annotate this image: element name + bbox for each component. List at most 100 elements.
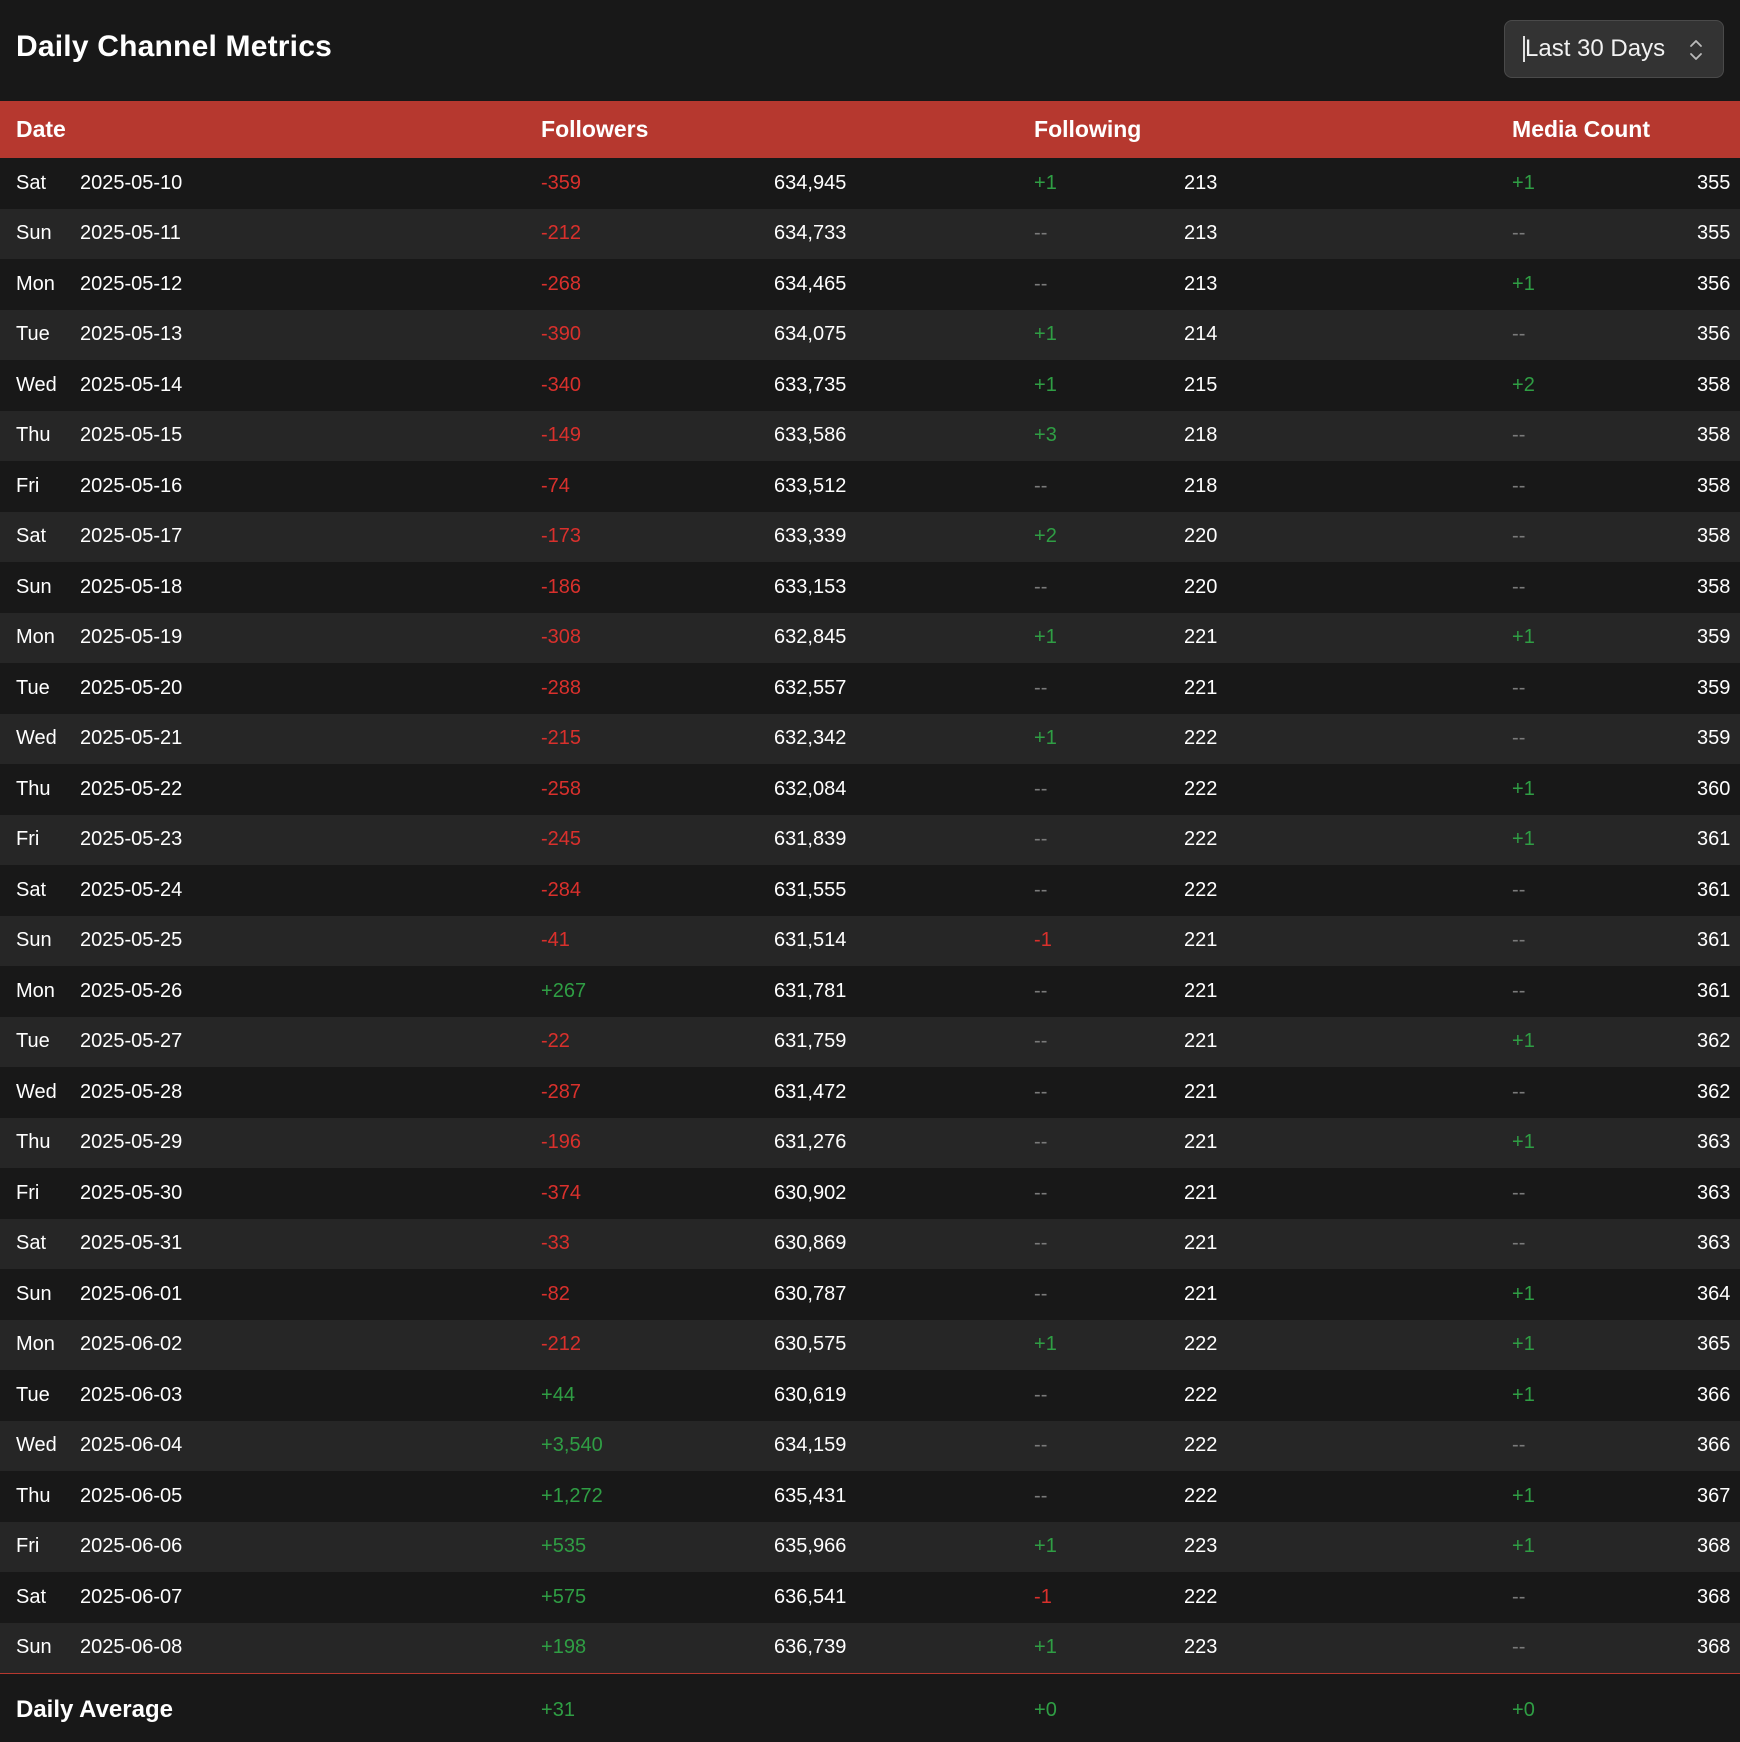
media-count-cell: 362 bbox=[1697, 1030, 1731, 1053]
following-average: +0 bbox=[1034, 1698, 1057, 1721]
media-change-cell: +1 bbox=[1512, 828, 1535, 851]
date-cell: 2025-05-31 bbox=[80, 1232, 183, 1255]
date-cell: 2025-05-18 bbox=[80, 575, 183, 598]
followers-count-cell: 633,512 bbox=[774, 474, 847, 497]
followers-change-cell: -41 bbox=[541, 929, 570, 952]
day-cell: Sat bbox=[16, 1232, 47, 1255]
media-count-cell: 363 bbox=[1697, 1131, 1731, 1154]
media-count-cell: 356 bbox=[1697, 272, 1731, 295]
following-count-cell: 221 bbox=[1184, 1181, 1218, 1204]
date-cell: 2025-06-03 bbox=[80, 1383, 183, 1406]
table-row: Wed 2025-05-14 -340 633,735 +1 215 +2 358 bbox=[0, 360, 1740, 411]
followers-count-cell: 632,845 bbox=[774, 626, 847, 649]
followers-count-cell: 634,075 bbox=[774, 323, 847, 346]
day-cell: Sat bbox=[16, 1585, 47, 1608]
followers-count-cell: 631,514 bbox=[774, 929, 847, 952]
day-cell: Sun bbox=[16, 222, 52, 245]
media-count-cell: 368 bbox=[1697, 1535, 1731, 1558]
followers-count-cell: 630,902 bbox=[774, 1181, 847, 1204]
following-count-cell: 221 bbox=[1184, 626, 1218, 649]
media-change-cell: +1 bbox=[1512, 626, 1535, 649]
table-row: Mon 2025-05-19 -308 632,845 +1 221 +1 359 bbox=[0, 612, 1740, 663]
table-row: Sun 2025-06-01 -82 630,787 -- 221 +1 364 bbox=[0, 1269, 1740, 1320]
date-cell: 2025-06-07 bbox=[80, 1585, 183, 1608]
table-row: Sat 2025-05-31 -33 630,869 -- 221 -- 363 bbox=[0, 1218, 1740, 1269]
day-cell: Tue bbox=[16, 323, 50, 346]
date-cell: 2025-05-19 bbox=[80, 626, 183, 649]
media-change-cell: +1 bbox=[1512, 171, 1535, 194]
table-row: Sat 2025-05-17 -173 633,339 +2 220 -- 358 bbox=[0, 511, 1740, 562]
following-count-cell: 221 bbox=[1184, 1131, 1218, 1154]
date-cell: 2025-05-29 bbox=[80, 1131, 183, 1154]
date-cell: 2025-06-06 bbox=[80, 1535, 183, 1558]
table-row: Sun 2025-05-11 -212 634,733 -- 213 -- 355 bbox=[0, 208, 1740, 259]
column-header-following[interactable]: Following bbox=[1034, 101, 1512, 158]
following-count-cell: 222 bbox=[1184, 1333, 1218, 1356]
followers-change-cell: -390 bbox=[541, 323, 582, 346]
media-count-cell: 368 bbox=[1697, 1585, 1731, 1608]
following-change-cell: -- bbox=[1034, 828, 1048, 851]
following-change-cell: +3 bbox=[1034, 424, 1057, 447]
column-header-media-count[interactable]: Media Count bbox=[1512, 101, 1740, 158]
table-row: Mon 2025-06-02 -212 630,575 +1 222 +1 365 bbox=[0, 1319, 1740, 1370]
date-cell: 2025-05-23 bbox=[80, 828, 183, 851]
following-change-cell: -- bbox=[1034, 979, 1048, 1002]
table-row: Sun 2025-05-18 -186 633,153 -- 220 -- 358 bbox=[0, 562, 1740, 613]
table-row: Thu 2025-06-05 +1,272 635,431 -- 222 +1 367 bbox=[0, 1471, 1740, 1522]
media-change-cell: -- bbox=[1512, 525, 1526, 548]
table-row: Sat 2025-05-24 -284 631,555 -- 222 -- 361 bbox=[0, 865, 1740, 916]
following-change-cell: -- bbox=[1034, 676, 1048, 699]
following-count-cell: 218 bbox=[1184, 474, 1218, 497]
media-change-cell: -- bbox=[1512, 1181, 1526, 1204]
media-change-cell: -- bbox=[1512, 1636, 1526, 1658]
followers-count-cell: 634,733 bbox=[774, 222, 847, 245]
media-count-cell: 360 bbox=[1697, 777, 1731, 800]
media-change-cell: -- bbox=[1512, 323, 1526, 346]
column-header-followers[interactable]: Followers bbox=[541, 101, 1034, 158]
column-header-date[interactable]: Date bbox=[0, 101, 541, 158]
media-change-cell: +1 bbox=[1512, 1484, 1535, 1507]
following-change-cell: +1 bbox=[1034, 1636, 1057, 1658]
following-count-cell: 213 bbox=[1184, 222, 1218, 245]
following-count-cell: 221 bbox=[1184, 676, 1218, 699]
followers-change-cell: +3,540 bbox=[541, 1434, 603, 1457]
date-cell: 2025-05-20 bbox=[80, 676, 183, 699]
following-change-cell: +1 bbox=[1034, 1333, 1057, 1356]
day-cell: Thu bbox=[16, 1131, 51, 1154]
date-cell: 2025-05-10 bbox=[80, 171, 183, 194]
followers-count-cell: 635,431 bbox=[774, 1484, 847, 1507]
media-change-cell: -- bbox=[1512, 1434, 1526, 1457]
following-count-cell: 220 bbox=[1184, 575, 1218, 598]
followers-count-cell: 633,339 bbox=[774, 525, 847, 548]
media-change-cell: -- bbox=[1512, 1585, 1526, 1608]
table-row: Sun 2025-05-25 -41 631,514 -1 221 -- 361 bbox=[0, 915, 1740, 966]
table-row: Wed 2025-05-28 -287 631,472 -- 221 -- 362 bbox=[0, 1067, 1740, 1118]
following-count-cell: 222 bbox=[1184, 1484, 1218, 1507]
following-count-cell: 220 bbox=[1184, 525, 1218, 548]
followers-change-cell: -215 bbox=[541, 727, 582, 750]
date-range-select[interactable]: Last 30 Days bbox=[1504, 20, 1724, 78]
media-count-cell: 363 bbox=[1697, 1232, 1731, 1255]
media-count-cell: 365 bbox=[1697, 1333, 1731, 1356]
table-row: Sun 2025-06-08 +198 636,739 +1 223 -- 368 bbox=[0, 1622, 1740, 1673]
following-change-cell: +1 bbox=[1034, 373, 1057, 396]
media-change-cell: -- bbox=[1512, 878, 1526, 901]
followers-average: +31 bbox=[541, 1698, 575, 1721]
following-change-cell: -- bbox=[1034, 1282, 1048, 1305]
date-cell: 2025-05-28 bbox=[80, 1080, 183, 1103]
media-change-cell: +1 bbox=[1512, 777, 1535, 800]
media-count-cell: 361 bbox=[1697, 878, 1731, 901]
following-count-cell: 221 bbox=[1184, 979, 1218, 1002]
media-count-cell: 364 bbox=[1697, 1282, 1731, 1305]
table-row: Mon 2025-05-12 -268 634,465 -- 213 +1 356 bbox=[0, 259, 1740, 310]
following-change-cell: -- bbox=[1034, 575, 1048, 598]
followers-change-cell: -22 bbox=[541, 1030, 570, 1053]
followers-count-cell: 631,555 bbox=[774, 878, 847, 901]
chevron-up-down-icon bbox=[1690, 40, 1702, 60]
following-count-cell: 221 bbox=[1184, 929, 1218, 952]
followers-change-cell: -287 bbox=[541, 1080, 582, 1103]
date-cell: 2025-06-05 bbox=[80, 1484, 183, 1507]
media-count-cell: 366 bbox=[1697, 1383, 1731, 1406]
media-change-cell: +1 bbox=[1512, 1030, 1535, 1053]
date-range-value: Last 30 Days bbox=[1525, 35, 1666, 62]
